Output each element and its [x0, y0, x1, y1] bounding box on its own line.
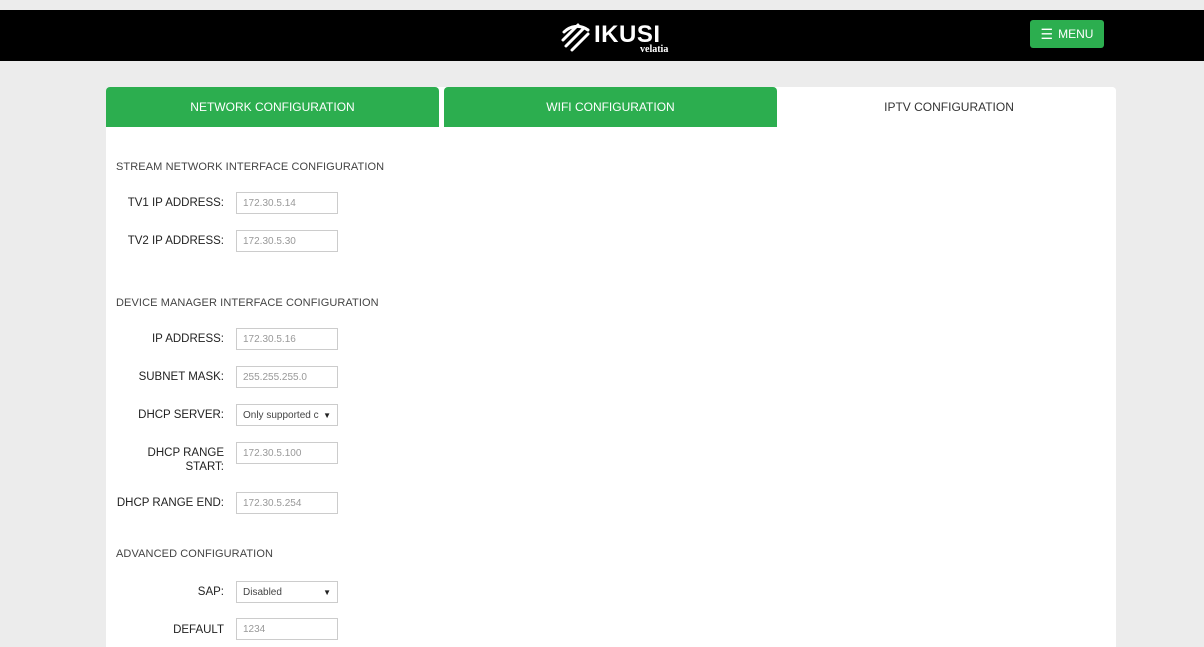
tv1-ip-label: TV1 IP ADDRESS: — [127, 197, 224, 209]
subnet-mask-input[interactable]: 255.255.255.0 — [236, 366, 338, 388]
default-label: DEFAULT — [173, 624, 224, 636]
ikusi-logo: IKUSI velatia — [560, 21, 670, 55]
tab-label: NETWORK CONFIGURATION — [190, 100, 355, 114]
tv2-ip-input[interactable]: 172.30.5.30 — [236, 230, 338, 252]
tab-network-configuration[interactable]: NETWORK CONFIGURATION — [106, 87, 439, 127]
sap-value: Disabled — [243, 586, 282, 598]
dropdown-arrow-icon: ▼ — [323, 587, 331, 597]
dhcp-server-value: Only supported c — [243, 409, 319, 421]
ikusi-logo-icon — [561, 23, 590, 52]
dhcp-range-end-input[interactable]: 172.30.5.254 — [236, 492, 338, 514]
tab-label: IPTV CONFIGURATION — [884, 100, 1014, 114]
sap-label: SAP: — [197, 586, 224, 598]
dropdown-arrow-icon: ▼ — [323, 410, 331, 420]
tv2-ip-label: TV2 IP ADDRESS: — [127, 235, 224, 247]
hamburger-icon: ☰ — [1040, 26, 1054, 42]
tv1-ip-input[interactable]: 172.30.5.14 — [236, 192, 338, 214]
section-title-stream: STREAM NETWORK INTERFACE CONFIGURATION — [116, 161, 385, 173]
tab-iptv-configuration[interactable]: IPTV CONFIGURATION — [782, 87, 1116, 127]
dhcp-range-start-label-line1: DHCP RANGE — [147, 447, 224, 459]
section-title-device-manager: DEVICE MANAGER INTERFACE CONFIGURATION — [116, 297, 379, 309]
top-bar: IKUSI velatia ☰ MENU — [0, 10, 1204, 61]
tab-wifi-configuration[interactable]: WIFI CONFIGURATION — [444, 87, 777, 127]
section-title-advanced: ADVANCED CONFIGURATION — [116, 548, 274, 560]
dhcp-server-select[interactable]: Only supported c ▼ — [236, 404, 338, 426]
menu-button[interactable]: ☰ MENU — [1030, 20, 1104, 48]
ip-address-label: IP ADDRESS: — [151, 333, 224, 345]
default-input[interactable]: 1234 — [236, 618, 338, 640]
menu-button-label: MENU — [1058, 27, 1094, 41]
ip-address-input[interactable]: 172.30.5.16 — [236, 328, 338, 350]
logo-subtext: velatia — [640, 44, 669, 55]
dhcp-range-end-label: DHCP RANGE END: — [116, 497, 224, 509]
tab-label: WIFI CONFIGURATION — [546, 100, 675, 114]
dhcp-server-label: DHCP SERVER: — [138, 409, 224, 421]
sap-select[interactable]: Disabled ▼ — [236, 581, 338, 603]
dhcp-range-start-label-line2: START: — [185, 461, 224, 473]
dhcp-range-start-input[interactable]: 172.30.5.100 — [236, 442, 338, 464]
subnet-mask-label: SUBNET MASK: — [138, 371, 224, 383]
dhcp-range-start-label: DHCP RANGE START: — [116, 446, 224, 474]
